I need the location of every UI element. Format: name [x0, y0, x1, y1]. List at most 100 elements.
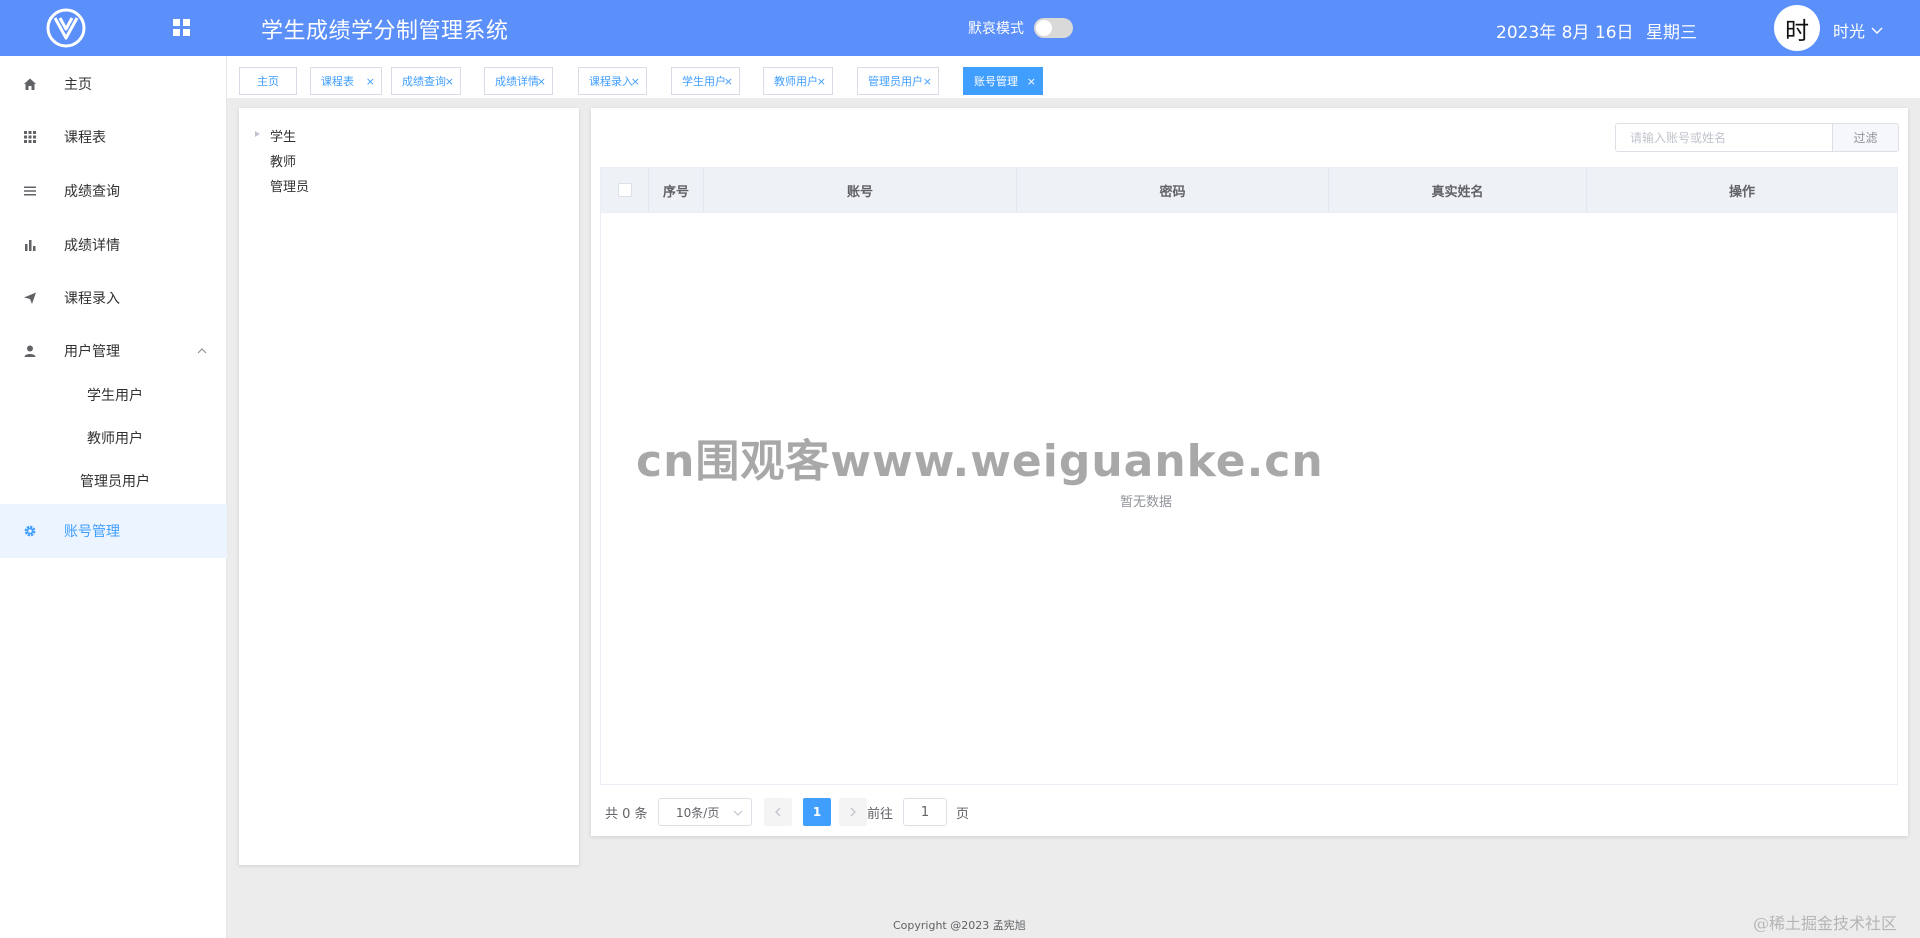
table-body: 暂无数据 [600, 213, 1898, 785]
user-name: 时光 [1833, 22, 1866, 41]
sidebar-item-schedule[interactable]: 课程表 [0, 111, 227, 163]
close-icon[interactable]: × [537, 75, 546, 88]
chevron-right-icon [850, 807, 856, 817]
empty-state-text: 暂无数据 [1120, 495, 1173, 510]
gear-icon [24, 525, 36, 537]
current-weekday: 星期三 [1646, 23, 1697, 43]
goto-page-input[interactable] [903, 798, 947, 826]
silent-mode-toggle[interactable] [1034, 18, 1073, 38]
tab-label: 账号管理 [974, 75, 1018, 88]
tab-grade-detail[interactable]: 成绩详情 × [484, 67, 553, 95]
page-unit-label: 页 [956, 807, 970, 822]
send-icon [24, 292, 36, 304]
column-header-password: 密码 [1017, 168, 1329, 212]
role-tree-panel: 学生 教师 管理员 [239, 108, 579, 865]
page-size-select[interactable]: 10条/页 [658, 798, 752, 826]
silent-mode-control: 默哀模式 [968, 18, 1073, 38]
grid-icon [24, 131, 36, 143]
tab-label: 成绩查询 [402, 75, 446, 88]
sidebar-item-label: 课程表 [64, 130, 106, 146]
sidebar-item-label: 成绩详情 [64, 238, 120, 254]
tab-grade-query[interactable]: 成绩查询 × [391, 67, 461, 95]
tab-label: 教师用户 [774, 75, 818, 88]
tab-course-entry[interactable]: 课程录入 × [578, 67, 647, 95]
tab-label: 主页 [257, 75, 279, 88]
sidebar-subitem-label: 学生用户 [87, 388, 143, 404]
select-all-cell [601, 168, 649, 212]
silent-mode-label: 默哀模式 [968, 21, 1024, 37]
sidebar-item-grade-query[interactable]: 成绩查询 [0, 165, 227, 217]
close-icon[interactable]: × [445, 75, 454, 88]
chevron-down-icon [733, 810, 743, 816]
close-icon[interactable]: × [724, 75, 733, 88]
goto-label: 前往 [867, 807, 894, 822]
page-number-button[interactable]: 1 [803, 798, 831, 826]
next-page-button[interactable] [839, 798, 867, 826]
column-header-account: 账号 [704, 168, 1017, 212]
search-input[interactable] [1615, 123, 1833, 152]
sidebar-item-account-management[interactable]: 账号管理 [0, 504, 227, 558]
sidebar-item-user-management[interactable]: 用户管理 [0, 325, 227, 377]
tab-label: 成绩详情 [495, 75, 539, 88]
tab-label: 课程表 [321, 75, 354, 88]
close-icon[interactable]: × [366, 75, 375, 88]
page-size-value: 10条/页 [676, 805, 720, 820]
chevron-left-icon [775, 807, 781, 817]
tab-admin-users[interactable]: 管理员用户 × [857, 67, 939, 95]
column-header-real-name: 真实姓名 [1329, 168, 1587, 212]
tab-teacher-users[interactable]: 教师用户 × [763, 67, 833, 95]
tab-student-users[interactable]: 学生用户 × [671, 67, 740, 95]
column-header-actions: 操作 [1728, 184, 1755, 200]
user-menu[interactable]: 时光 [1833, 18, 1883, 42]
bar-chart-icon [25, 240, 36, 251]
vue-logo-icon [46, 8, 86, 48]
corner-watermark: @稀土掘金技术社区 [1753, 914, 1898, 933]
close-icon[interactable]: × [923, 75, 932, 88]
sidebar-subitem-teacher-users[interactable]: 教师用户 [0, 418, 227, 458]
sidebar-item-label: 成绩查询 [64, 184, 120, 200]
sidebar-subitem-admin-users[interactable]: 管理员用户 [0, 461, 227, 501]
list-icon [24, 186, 36, 196]
close-icon[interactable]: × [817, 75, 826, 88]
close-icon[interactable]: × [631, 75, 640, 88]
tab-home[interactable]: 主页 [239, 67, 297, 95]
select-all-checkbox[interactable] [617, 183, 632, 197]
caret-right-icon[interactable] [255, 131, 260, 137]
home-icon [24, 78, 36, 90]
sidebar: 主页 课程表 成绩查询 成绩详情 课程录入 用户管理 学生用户 教师用户 管理员… [0, 56, 227, 938]
sidebar-item-label: 用户管理 [64, 344, 120, 360]
sidebar-item-course-entry[interactable]: 课程录入 [0, 272, 227, 324]
tabs-bar: 主页 课程表 × 成绩查询 × 成绩详情 × 课程录入 × 学生用户 × 教师用… [227, 56, 1920, 98]
sidebar-item-grade-detail[interactable]: 成绩详情 [0, 219, 227, 271]
chevron-down-icon [1871, 27, 1883, 34]
close-icon[interactable]: × [1027, 75, 1036, 88]
sidebar-item-label: 账号管理 [64, 524, 120, 540]
tab-label: 课程录入 [589, 75, 633, 88]
sidebar-item-label: 课程录入 [64, 291, 120, 307]
tab-account-management[interactable]: 账号管理 × [963, 67, 1043, 95]
current-date: 2023年 8月 16日 [1496, 23, 1634, 43]
apps-grid-icon[interactable] [172, 18, 192, 38]
copyright-text: Copyright @2023 孟宪旭 [893, 919, 1026, 932]
tree-node-student[interactable]: 学生 [270, 126, 296, 145]
chevron-up-icon [197, 348, 207, 354]
tree-node-admin[interactable]: 管理员 [270, 176, 309, 195]
sidebar-item-label: 主页 [64, 77, 92, 93]
tab-schedule[interactable]: 课程表 × [310, 67, 382, 95]
avatar[interactable]: 时 [1774, 5, 1820, 51]
tree-node-teacher[interactable]: 教师 [270, 151, 296, 170]
filter-button[interactable]: 过滤 [1833, 123, 1899, 152]
prev-page-button[interactable] [764, 798, 792, 826]
top-header: 学生成绩学分制管理系统 默哀模式 2023年 8月 16日 星期三 时 时光 [0, 0, 1920, 56]
sidebar-subitem-label: 教师用户 [87, 431, 143, 447]
app-title: 学生成绩学分制管理系统 [261, 19, 509, 44]
tab-label: 管理员用户 [868, 75, 923, 88]
watermark-text: cn围观客www.weiguanke.cn [636, 436, 1324, 487]
table-header: 序号 账号 密码 真实姓名 操作 [600, 167, 1898, 213]
sidebar-subitem-student-users[interactable]: 学生用户 [0, 375, 227, 415]
tab-label: 学生用户 [682, 75, 726, 88]
pagination-total: 共 0 条 [605, 807, 648, 822]
column-header-index: 序号 [649, 168, 704, 212]
sidebar-item-home[interactable]: 主页 [0, 58, 227, 110]
user-icon [24, 345, 36, 357]
